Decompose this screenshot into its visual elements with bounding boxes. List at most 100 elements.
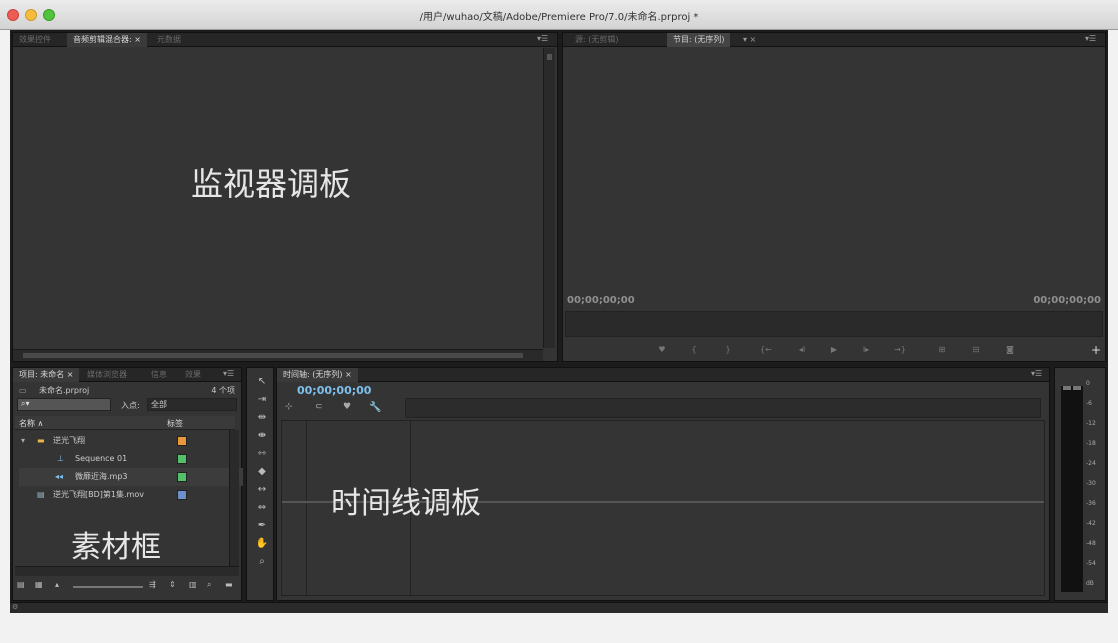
zoom-tool-icon[interactable]: ⌕ [255,556,269,570]
automate-to-sequence-icon[interactable]: ⇶ [149,580,156,589]
rate-stretch-tool-icon[interactable]: ⇿ [255,448,269,462]
item-count: 4 个项 [211,386,235,395]
window-title-bar: /用户/wuhao/文稿/Adobe/Premiere Pro/7.0/未命名.… [0,0,1118,30]
project-tab-bar: 项目: 未命名 × 媒体浏览器 信息 效果 ▾☰ [13,368,241,382]
db-tick: -18 [1086,440,1096,447]
in-point-value: 全部 [151,400,167,409]
add-button[interactable]: + [1089,343,1103,357]
razor-tool-icon[interactable]: ◆ [255,466,269,480]
in-point-select[interactable]: 全部 [147,398,237,411]
new-item-icon[interactable]: ▥ [189,580,197,589]
tab-program[interactable]: 节目: (无序列) [667,33,731,47]
go-to-out-icon[interactable]: →} [893,345,907,357]
tab-metadata[interactable]: 元数据 [151,33,187,47]
project-vertical-scrollbar[interactable] [229,430,239,568]
mark-out-icon[interactable]: } [721,345,735,357]
step-back-icon[interactable]: ◂I [795,345,809,357]
timeline-tab-bar: 时间轴: (无序列) × ▾☰ [277,368,1049,382]
column-name-header[interactable]: 名称 ∧ [19,418,43,429]
list-item[interactable]: ▾ ▬ 逆光飞翔 [19,432,243,450]
program-time-ruler[interactable] [565,311,1103,337]
add-marker-icon[interactable]: ♥ [655,345,669,357]
project-panel: 项目: 未命名 × 媒体浏览器 信息 效果 ▾☰ ▭ 未命名.prproj 4 … [12,367,243,601]
list-item[interactable]: ⊥ Sequence 01 [19,450,243,468]
insert-icon[interactable]: ⊞ [935,345,949,357]
tab-project[interactable]: 项目: 未命名 × [13,368,80,382]
panel-menu-icon[interactable]: ▾☰ [223,369,234,378]
icon-view-icon[interactable]: ▦ [35,580,43,589]
db-scale: 0 -6 -12 -18 -24 -30 -36 -42 -48 -54 dB [1086,380,1106,600]
add-marker-icon[interactable]: ♥ [343,402,351,412]
timeline-timecode[interactable]: 00;00;00;00 [297,384,371,397]
mark-in-icon[interactable]: { [687,345,701,357]
horizontal-scroll-thumb[interactable] [23,353,523,358]
tab-media-browser[interactable]: 媒体浏览器 [81,368,133,382]
panel-menu-icon[interactable]: ▾☰ [1085,34,1096,43]
slide-tool-icon[interactable]: ⇔ [255,502,269,516]
find-icon[interactable]: ⌕ [207,580,211,590]
program-monitor-panel: 源: (无剪辑) 节目: (无序列) ▾ × ▾☰ 00;00;00;00 00… [562,32,1106,362]
linked-selection-icon[interactable]: ⊂ [315,402,323,412]
tools-panel: ↖ ⇥ ⇹ ⇼ ⇿ ◆ ↔ ⇔ ✒ ✋ ⌕ [246,367,274,601]
hand-tool-icon[interactable]: ✋ [255,538,269,552]
label-color-swatch[interactable] [177,472,187,482]
tab-source[interactable]: 源: (无剪辑) [569,33,624,47]
rolling-edit-tool-icon[interactable]: ⇼ [255,430,269,444]
play-icon[interactable]: ▶ [827,345,841,357]
tab-audio-clip-mixer[interactable]: 音频剪辑混合器: × [67,33,147,47]
timeline-panel-label: 时间线调板 [331,486,481,521]
snap-icon[interactable]: ⊹ [285,402,293,412]
new-bin-icon[interactable]: ▬ [225,580,233,589]
label-color-swatch[interactable] [177,490,187,500]
left-channel-peak [1063,386,1071,390]
label-color-swatch[interactable] [177,454,187,464]
db-tick: -42 [1086,520,1096,527]
expand-triangle-icon[interactable]: ▾ [21,432,25,450]
video-icon: ▤ [37,490,45,499]
program-timecode-current[interactable]: 00;00;00;00 [567,295,635,306]
panel-menu-icon[interactable]: ▾☰ [537,34,548,43]
source-vertical-scrollbar[interactable] [543,48,555,348]
status-icon[interactable]: ⚙ [12,603,18,611]
db-tick: -6 [1086,400,1092,407]
zoom-out-icon[interactable]: ▴ [55,580,59,589]
search-input[interactable]: ⌕▾ [17,398,111,411]
step-forward-icon[interactable]: I▸ [859,345,873,357]
program-tab-bar: 源: (无剪辑) 节目: (无序列) ▾ × ▾☰ [563,33,1105,47]
list-item[interactable]: ▤ 逆光飞翔[BD]第1集.mov [19,486,243,504]
pen-tool-icon[interactable]: ✒ [255,520,269,534]
track-select-tool-icon[interactable]: ⇥ [255,394,269,408]
project-file-name: 未命名.prproj [39,386,90,395]
project-footer-toolbar: ▤ ▦ ▴ ⇶ ⇕ ▥ ⌕ ▬ [15,580,239,596]
audio-icon: ◂◂ [55,472,64,481]
panel-menu-icon[interactable]: ▾☰ [1031,369,1042,378]
source-horizontal-scrollbar[interactable] [13,349,543,361]
export-frame-icon[interactable]: ◙ [1003,345,1017,357]
sort-icon[interactable]: ⇕ [169,580,176,589]
item-name: Sequence 01 [75,454,128,463]
overwrite-icon[interactable]: ⊟ [969,345,983,357]
db-tick: -24 [1086,460,1096,467]
go-to-in-icon[interactable]: {← [759,345,773,357]
ripple-edit-tool-icon[interactable]: ⇹ [255,412,269,426]
monitor-panel-label: 监视器调板 [191,165,352,203]
slip-tool-icon[interactable]: ↔ [255,484,269,498]
tab-effect-controls[interactable]: 效果控件 [13,33,57,47]
sequence-icon: ⊥ [57,454,64,463]
tab-program-dropdown[interactable]: ▾ × [737,33,762,47]
db-tick: -48 [1086,540,1096,547]
list-item[interactable]: ◂◂ 微靡近海.mp3 [19,468,243,486]
list-view-icon[interactable]: ▤ [17,580,25,589]
tab-effects[interactable]: 效果 [179,368,207,382]
project-horizontal-scrollbar[interactable] [15,566,239,576]
project-bin-icon: ▭ [19,386,27,395]
tab-info[interactable]: 信息 [145,368,173,382]
timeline-settings-icon[interactable]: 🔧 [369,402,381,413]
label-color-swatch[interactable] [177,436,187,446]
column-label-header[interactable]: 标签 [167,418,183,429]
selection-tool-icon[interactable]: ↖ [255,376,269,390]
scroll-up-arrow-icon[interactable] [547,54,552,60]
tab-timeline[interactable]: 时间轴: (无序列) × [277,368,358,382]
zoom-slider[interactable] [73,586,143,588]
timeline-time-ruler[interactable] [405,398,1041,418]
